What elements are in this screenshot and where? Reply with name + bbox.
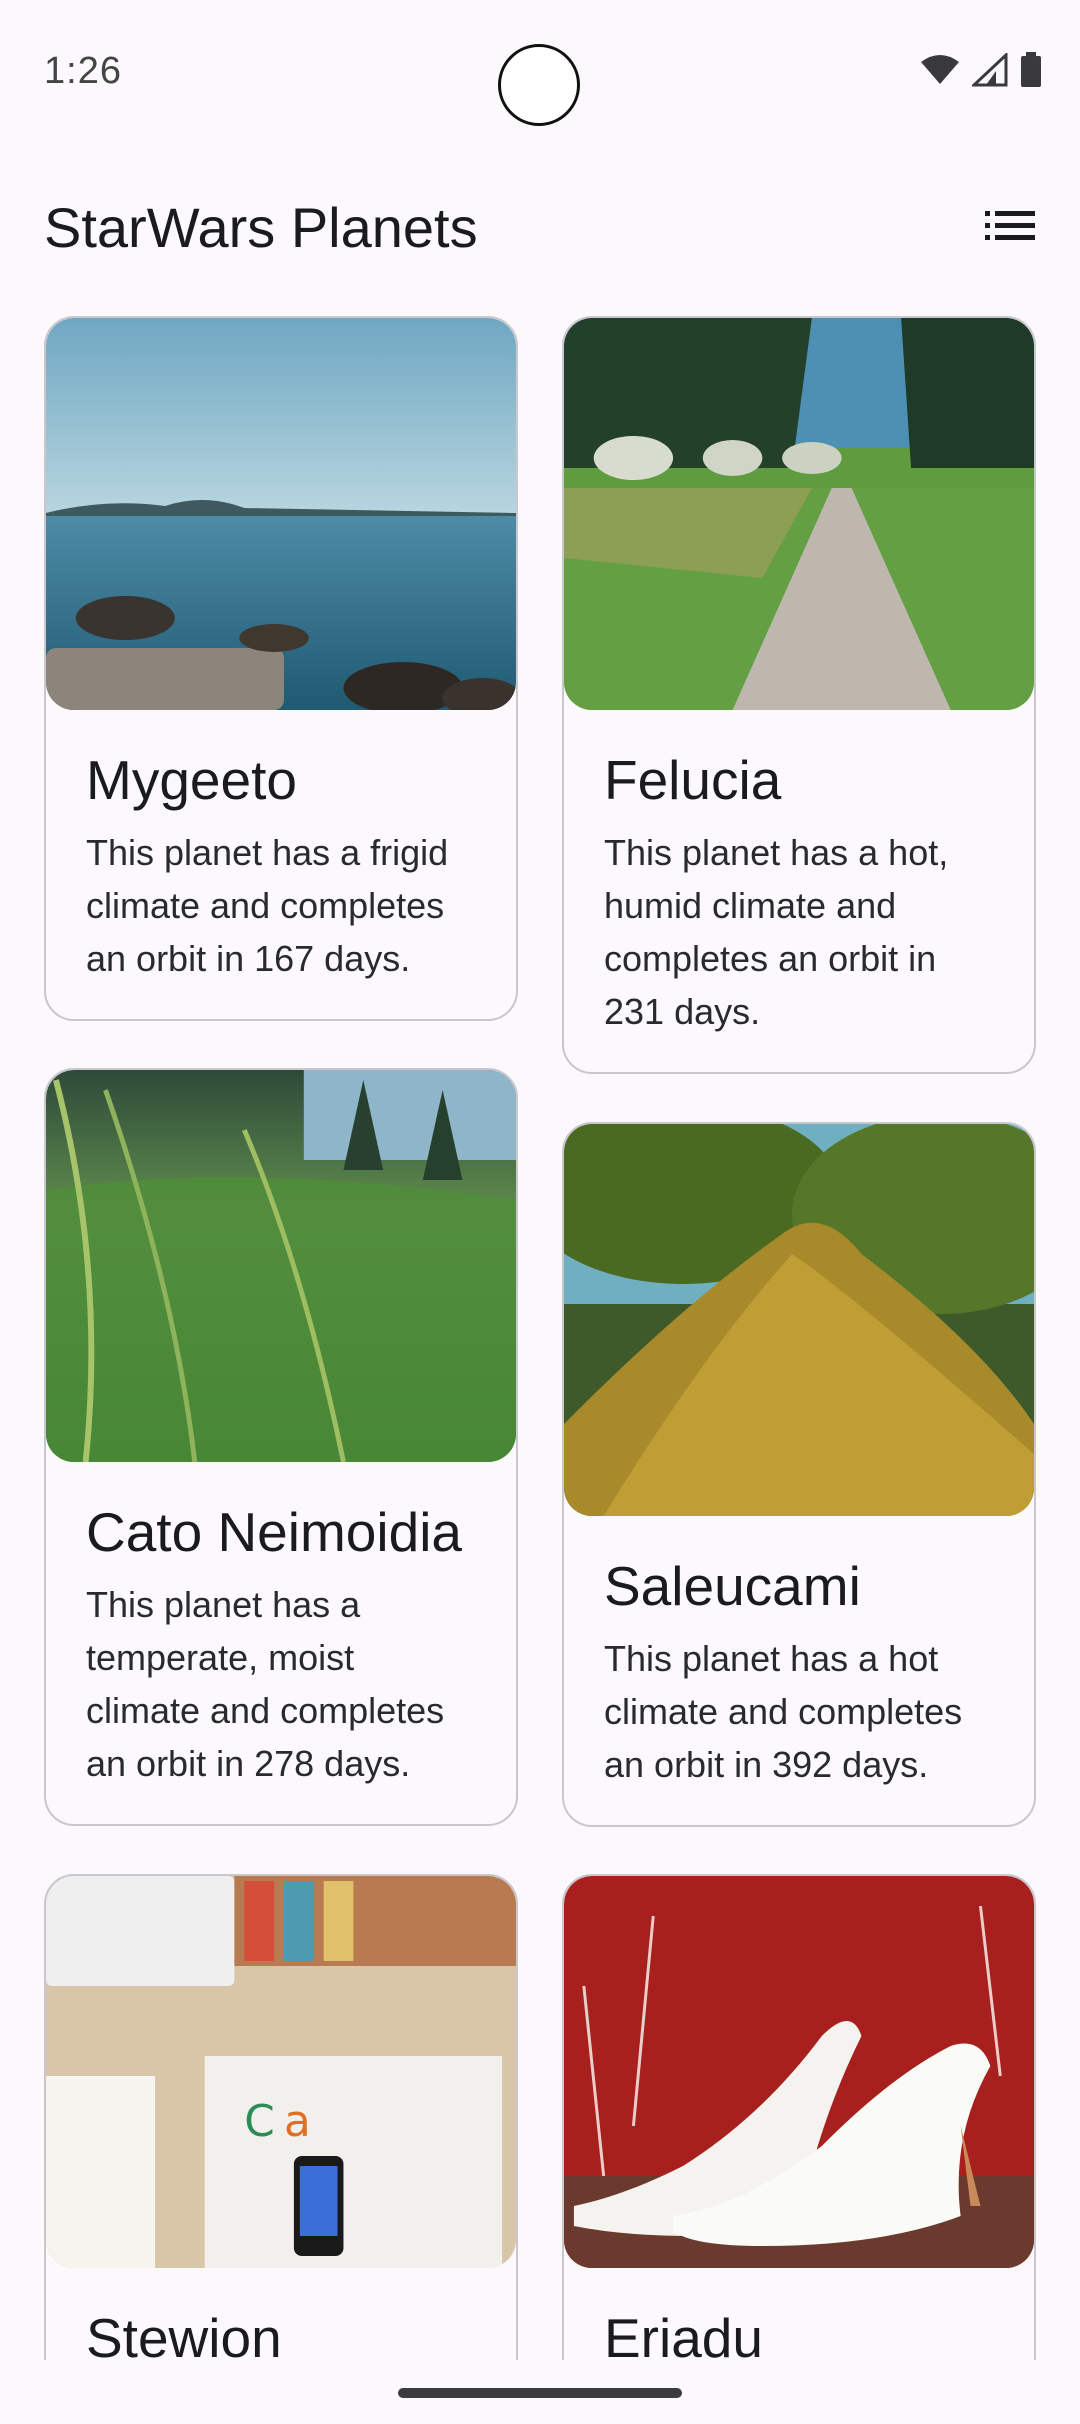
camera-cutout [498, 44, 580, 126]
planet-image-grass-path [564, 318, 1034, 710]
list-view-icon [985, 209, 1035, 248]
battery-icon [1020, 52, 1042, 88]
planet-image-white-heels [564, 1876, 1034, 2268]
planet-image-desk-workspace: C a [46, 1876, 516, 2268]
status-icons [920, 52, 1042, 88]
planet-card[interactable]: Mygeeto This planet has a frigid climate… [44, 316, 518, 1021]
svg-text:a: a [284, 2096, 311, 2147]
svg-text:C: C [244, 2096, 274, 2147]
top-app-bar: StarWars Planets [0, 180, 1080, 270]
home-indicator[interactable] [398, 2388, 682, 2398]
page-title: StarWars Planets [44, 196, 478, 259]
planet-name: Cato Neimoidia [86, 1501, 463, 1563]
signal-icon [972, 53, 1008, 87]
planet-name: Stewion [86, 2307, 282, 2360]
planet-description: This planet has a hot climate and comple… [604, 1638, 963, 1785]
planet-description: This planet has a frigid climate and com… [86, 832, 449, 979]
planet-name: Saleucami [604, 1555, 861, 1617]
planet-image-tall-grass [46, 1070, 516, 1462]
planet-grid[interactable]: Mygeeto This planet has a frigid climate… [44, 316, 1036, 2360]
list-view-button[interactable] [980, 200, 1040, 256]
status-time: 1:26 [44, 50, 122, 92]
wifi-icon [920, 54, 960, 86]
planet-name: Eriadu [604, 2307, 763, 2360]
planet-image-lake-shore [46, 318, 516, 710]
planet-description: This planet has a hot, humid climate and… [604, 832, 949, 1032]
planet-name: Mygeeto [86, 749, 297, 811]
planet-card[interactable]: Saleucami This planet has a hot climate … [562, 1122, 1036, 1827]
planet-image-mossy-branch [564, 1124, 1034, 1516]
planet-description: This planet has a temperate, moist clima… [86, 1584, 445, 1784]
planet-card[interactable]: Felucia This planet has a hot, humid cli… [562, 316, 1036, 1074]
status-bar: 1:26 [0, 0, 1080, 140]
planet-card[interactable]: C a Stewion [44, 1874, 518, 2360]
planet-card[interactable]: Eriadu [562, 1874, 1036, 2360]
planet-card[interactable]: Cato Neimoidia This planet has a tempera… [44, 1068, 518, 1826]
planet-name: Felucia [604, 749, 782, 811]
